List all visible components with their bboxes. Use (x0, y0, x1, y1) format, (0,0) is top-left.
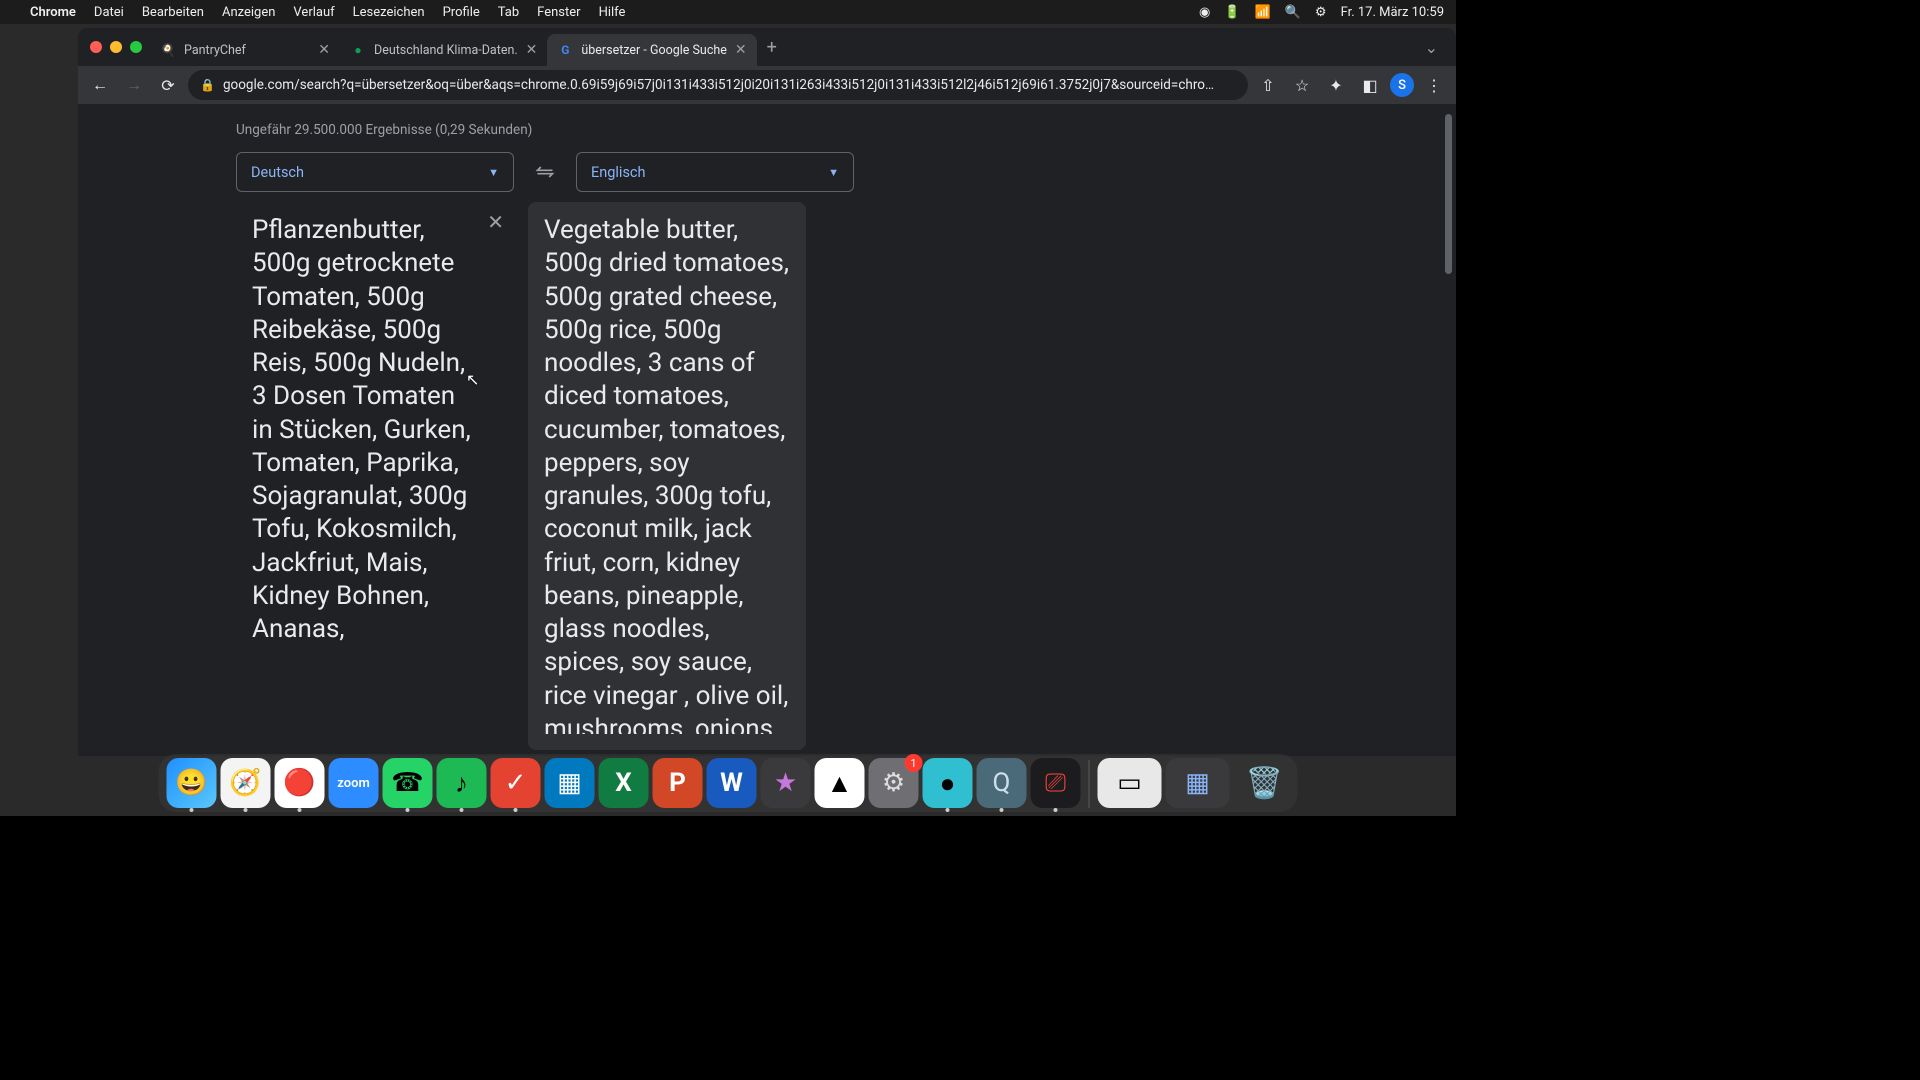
dock-zoom[interactable]: zoom (329, 758, 379, 808)
source-text-pane[interactable]: ✕ Pflanzenbutter, 500g getrocknete Tomat… (236, 202, 514, 750)
dock-word[interactable]: W (707, 758, 757, 808)
tab-title: übersetzer - Google Suche (581, 43, 727, 58)
menu-tab[interactable]: Tab (498, 5, 519, 20)
page-content[interactable]: Ungefähr 29.500.000 Ergebnisse (0,29 Sek… (78, 104, 1456, 756)
menu-view[interactable]: Anzeigen (222, 5, 275, 20)
dock-app-teal[interactable]: ● (923, 758, 973, 808)
dock-spotify[interactable]: ♪ (437, 758, 487, 808)
tab-close-icon[interactable]: ✕ (735, 42, 747, 58)
dock-powerpoint[interactable]: P (653, 758, 703, 808)
dock-excel[interactable]: X (599, 758, 649, 808)
menubar-app-name[interactable]: Chrome (30, 5, 76, 20)
status-wifi-icon[interactable]: 📶 (1255, 5, 1271, 20)
window-close-button[interactable] (90, 41, 102, 53)
dock-quicktime[interactable]: Q (977, 758, 1027, 808)
tab-title: PantryChef (184, 43, 310, 58)
window-traffic-lights (86, 41, 150, 53)
status-clock[interactable]: Fr. 17. März 10:59 (1341, 5, 1444, 20)
tab-favicon: G (557, 42, 573, 58)
swap-icon (535, 162, 555, 182)
window-zoom-button[interactable] (130, 41, 142, 53)
target-language-select[interactable]: Englisch ▼ (576, 152, 854, 192)
chevron-down-icon: ▼ (488, 166, 499, 179)
menu-history[interactable]: Verlauf (293, 5, 334, 20)
target-text: Vegetable butter, 500g dried tomatoes, 5… (544, 214, 790, 734)
source-language-select[interactable]: Deutsch ▼ (236, 152, 514, 192)
tab-close-icon[interactable]: ✕ (526, 42, 538, 58)
tab-close-icon[interactable]: ✕ (318, 42, 330, 58)
new-tab-button[interactable]: + (757, 37, 787, 58)
target-language-label: Englisch (591, 164, 646, 181)
dock-safari[interactable]: 🧭 (221, 758, 271, 808)
settings-badge: 1 (905, 754, 923, 772)
nav-reload-button[interactable]: ⟳ (154, 71, 182, 99)
dock-imovie[interactable]: ★ (761, 758, 811, 808)
sidepanel-icon[interactable]: ◧ (1356, 71, 1384, 99)
dock-trash[interactable]: 🗑️ (1240, 758, 1290, 808)
nav-forward-button[interactable]: → (120, 71, 148, 99)
tab-pantrychef[interactable]: 🍳 PantryChef ✕ (150, 34, 340, 66)
dock-whatsapp[interactable]: ☎ (383, 758, 433, 808)
source-text[interactable]: Pflanzenbutter, 500g getrocknete Tomaten… (252, 214, 498, 646)
menu-help[interactable]: Hilfe (599, 5, 626, 20)
profile-avatar[interactable]: S (1390, 73, 1414, 97)
tab-overflow-icon[interactable]: ⌄ (1415, 38, 1448, 57)
chrome-tab-strip: 🍳 PantryChef ✕ ● Deutschland Klima-Daten… (78, 28, 1456, 66)
macos-menubar: Chrome Datei Bearbeiten Anzeigen Verlauf… (0, 0, 1456, 24)
dock-recent-2[interactable]: ▦ (1166, 758, 1230, 808)
chrome-toolbar: ← → ⟳ 🔒 google.com/search?q=übersetzer&o… (78, 66, 1456, 104)
chrome-window: 🍳 PantryChef ✕ ● Deutschland Klima-Daten… (78, 28, 1456, 756)
status-record-icon[interactable]: ◉ (1199, 5, 1210, 20)
bookmark-star-icon[interactable]: ☆ (1288, 71, 1316, 99)
swap-languages-button[interactable] (528, 155, 562, 189)
dock-recent-1[interactable]: ▭ (1098, 758, 1162, 808)
dock-chrome[interactable]: 🔴 (275, 758, 325, 808)
status-control-center-icon[interactable]: ⚙ (1315, 5, 1327, 20)
omnibox[interactable]: 🔒 google.com/search?q=übersetzer&oq=über… (188, 70, 1248, 100)
extensions-icon[interactable]: ✦ (1322, 71, 1350, 99)
tab-google-uebersetzer[interactable]: G übersetzer - Google Suche ✕ (547, 34, 756, 66)
dock-drive[interactable]: ▲ (815, 758, 865, 808)
clear-source-button[interactable]: ✕ (487, 210, 504, 236)
dock-todoist[interactable]: ✓ (491, 758, 541, 808)
menu-file[interactable]: Datei (94, 5, 124, 20)
dock-finder[interactable]: 😀 (167, 758, 217, 808)
share-icon[interactable]: ⇧ (1254, 71, 1282, 99)
dock-trello[interactable]: ▦ (545, 758, 595, 808)
macos-dock: 😀 🧭 🔴 zoom ☎ ♪ ✓ ▦ X P W ★ ▲ ⚙1 ● Q ⎚ ▭ … (159, 754, 1298, 812)
menu-edit[interactable]: Bearbeiten (142, 5, 204, 20)
source-language-label: Deutsch (251, 164, 304, 181)
dock-settings[interactable]: ⚙1 (869, 758, 919, 808)
status-search-icon[interactable]: 🔍 (1285, 5, 1301, 20)
target-text-pane: Vegetable butter, 500g dried tomatoes, 5… (528, 202, 806, 750)
chrome-menu-icon[interactable]: ⋮ (1420, 71, 1448, 99)
omnibox-url: google.com/search?q=übersetzer&oq=über&a… (223, 77, 1236, 93)
results-stats: Ungefähr 29.500.000 Ergebnisse (0,29 Sek… (236, 104, 1456, 152)
tab-title: Deutschland Klima-Daten. (374, 43, 518, 58)
nav-back-button[interactable]: ← (86, 71, 114, 99)
menu-profiles[interactable]: Profile (443, 5, 480, 20)
menu-bookmarks[interactable]: Lesezeichen (353, 5, 425, 20)
tab-klima-daten[interactable]: ● Deutschland Klima-Daten. ✕ (340, 34, 547, 66)
window-minimize-button[interactable] (110, 41, 122, 53)
chevron-down-icon: ▼ (828, 166, 839, 179)
tab-favicon: 🍳 (160, 42, 176, 58)
dock-separator (1089, 760, 1090, 808)
page-scrollbar[interactable] (1445, 114, 1452, 274)
tab-favicon: ● (350, 42, 366, 58)
menu-window[interactable]: Fenster (537, 5, 580, 20)
status-battery-icon[interactable]: 🔋 (1224, 5, 1240, 20)
dock-voice-memos[interactable]: ⎚ (1031, 758, 1081, 808)
lock-icon: 🔒 (200, 78, 215, 92)
